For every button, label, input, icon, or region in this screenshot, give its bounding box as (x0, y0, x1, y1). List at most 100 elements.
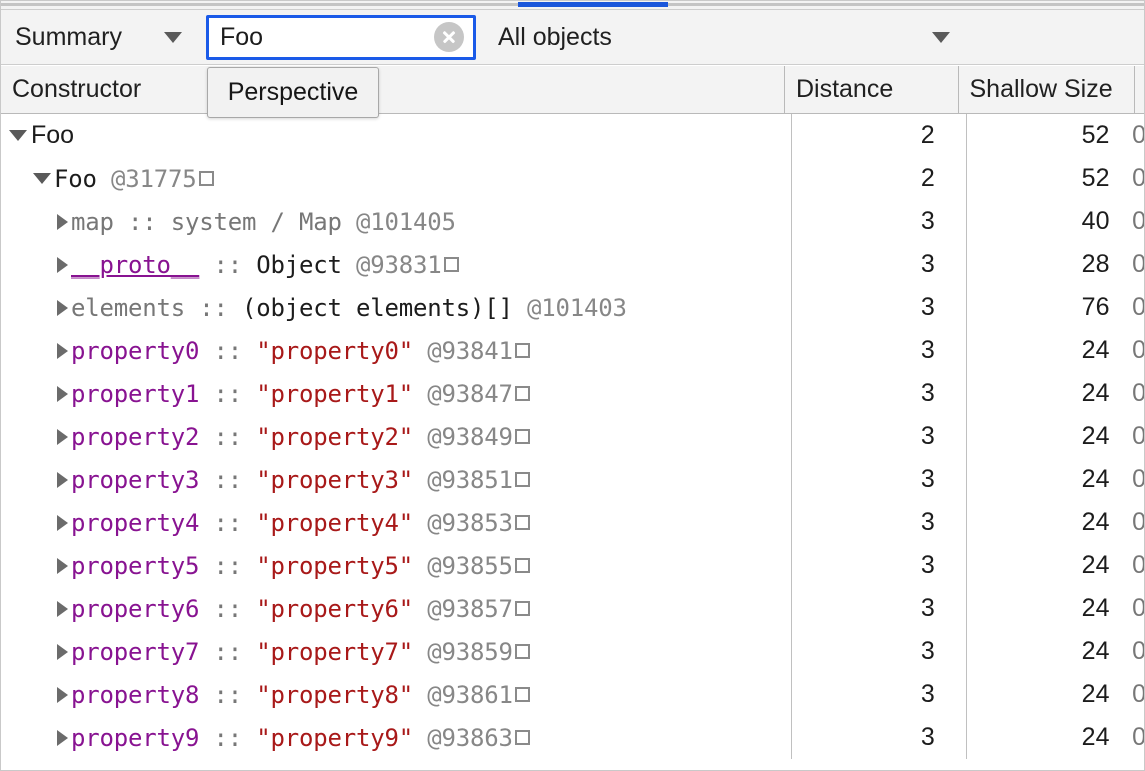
token: @93863 (427, 724, 513, 752)
column-header-constructor[interactable]: Constructor (1, 66, 784, 114)
table-row[interactable]: Foo @317752520 (1, 157, 1145, 200)
cell-shallow-size: 24 (948, 415, 1123, 458)
disclosure-triangle-open-icon[interactable] (33, 173, 51, 184)
tree-node-label: property5 :: "property5" @93855 (71, 552, 530, 580)
disclosure-triangle-closed-icon[interactable] (57, 472, 68, 488)
cell-shallow-size: 40 (948, 200, 1123, 243)
cell-constructor: property4 :: "property4" @93853 (1, 501, 776, 544)
disclosure-triangle-closed-icon[interactable] (57, 558, 68, 574)
token: (object elements)[] (242, 294, 527, 322)
cell-constructor: Foo (1, 114, 776, 157)
heap-tree-grid[interactable]: Foo2520Foo @317752520map :: system / Map… (1, 114, 1145, 769)
disclosure-triangle-closed-icon[interactable] (57, 730, 68, 746)
cell-shallow-size: 24 (948, 630, 1123, 673)
table-row[interactable]: property2 :: "property2" @938493240 (1, 415, 1145, 458)
cell-shallow-size: 24 (948, 544, 1123, 587)
token: :: (199, 552, 256, 580)
cell-retained-size: 0 (1122, 673, 1145, 716)
cell-distance: 3 (776, 458, 948, 501)
cell-shallow-size: 24 (948, 372, 1123, 415)
disclosure-triangle-closed-icon[interactable] (57, 601, 68, 617)
tree-node-label: property1 :: "property1" @93847 (71, 380, 530, 408)
cell-retained-size: 0 (1122, 630, 1145, 673)
token: :: (199, 337, 256, 365)
column-header-shallow-size[interactable]: Shallow Size (958, 66, 1135, 114)
disclosure-triangle-closed-icon[interactable] (57, 343, 68, 359)
token: @93853 (427, 509, 513, 537)
table-row[interactable]: property1 :: "property1" @938473240 (1, 372, 1145, 415)
token: @93841 (427, 337, 513, 365)
chevron-down-icon (164, 32, 182, 43)
chevron-down-icon (932, 32, 950, 43)
token: :: (199, 251, 256, 279)
cell-retained-size: 0 (1122, 157, 1145, 200)
table-row[interactable]: map :: system / Map @1014053400 (1, 200, 1145, 243)
cell-retained-size: 0 (1122, 501, 1145, 544)
cell-constructor: property3 :: "property3" @93851 (1, 458, 776, 501)
token: property2 (71, 423, 199, 451)
table-row[interactable]: property6 :: "property6" @938573240 (1, 587, 1145, 630)
disclosure-triangle-closed-icon[interactable] (57, 300, 68, 316)
table-row[interactable]: elements :: (object elements)[] @1014033… (1, 286, 1145, 329)
cell-distance: 3 (776, 673, 948, 716)
column-header-retained-size[interactable] (1134, 66, 1145, 114)
toolbar: Summary Foo All objects (1, 10, 1145, 65)
column-header-distance[interactable]: Distance (784, 66, 958, 114)
token: :: (199, 509, 256, 537)
tab-strip-track-right (668, 3, 1145, 6)
cell-retained-size: 0 (1122, 329, 1145, 372)
table-row[interactable]: property7 :: "property7" @938593240 (1, 630, 1145, 673)
token: "property6" (256, 595, 427, 623)
token: "property2" (256, 423, 427, 451)
table-row[interactable]: property9 :: "property9" @938633240 (1, 716, 1145, 759)
cell-constructor: property1 :: "property1" @93847 (1, 372, 776, 415)
token: property1 (71, 380, 199, 408)
table-row[interactable]: property0 :: "property0" @938413240 (1, 329, 1145, 372)
disclosure-triangle-closed-icon[interactable] (57, 386, 68, 402)
token: property5 (71, 552, 199, 580)
cell-shallow-size: 76 (948, 286, 1123, 329)
object-marker-icon (515, 429, 530, 444)
token: :: (199, 380, 256, 408)
token: :: (199, 466, 256, 494)
disclosure-triangle-closed-icon[interactable] (57, 257, 68, 273)
table-row[interactable]: __proto__ :: Object @938313280 (1, 243, 1145, 286)
tree-node-label: property4 :: "property4" @93853 (71, 509, 530, 537)
object-filter-select-value: All objects (498, 23, 612, 52)
disclosure-triangle-closed-icon[interactable] (57, 644, 68, 660)
cell-distance: 3 (776, 587, 948, 630)
cell-distance: 3 (776, 243, 948, 286)
table-row[interactable]: Foo2520 (1, 114, 1145, 157)
tab-strip (1, 1, 1145, 10)
perspective-select-value: Summary (15, 23, 122, 52)
object-marker-icon (515, 601, 530, 616)
clear-search-icon[interactable] (434, 22, 464, 52)
disclosure-triangle-closed-icon[interactable] (57, 687, 68, 703)
cell-constructor: __proto__ :: Object @93831 (1, 243, 776, 286)
heap-snapshot-panel: Summary Foo All objects Constructor Dist… (0, 0, 1145, 771)
cell-shallow-size: 24 (948, 716, 1123, 759)
token: "property1" (256, 380, 427, 408)
object-marker-icon (444, 257, 459, 272)
token: @101403 (527, 294, 627, 322)
table-row[interactable]: property5 :: "property5" @938553240 (1, 544, 1145, 587)
object-filter-select[interactable]: All objects (498, 17, 950, 57)
tree-node-label: property3 :: "property3" @93851 (71, 466, 530, 494)
perspective-select[interactable]: Summary (15, 17, 182, 57)
table-row[interactable]: property8 :: "property8" @938613240 (1, 673, 1145, 716)
search-input[interactable]: Foo (206, 15, 476, 60)
token: property7 (71, 638, 199, 666)
disclosure-triangle-open-icon[interactable] (9, 130, 27, 141)
cell-retained-size: 0 (1122, 716, 1145, 759)
token: property9 (71, 724, 199, 752)
cell-distance: 3 (776, 372, 948, 415)
token: elements (71, 294, 185, 322)
table-row[interactable]: property3 :: "property3" @938513240 (1, 458, 1145, 501)
disclosure-triangle-closed-icon[interactable] (57, 429, 68, 445)
table-row[interactable]: property4 :: "property4" @938533240 (1, 501, 1145, 544)
cell-constructor: property6 :: "property6" @93857 (1, 587, 776, 630)
cell-shallow-size: 24 (948, 501, 1123, 544)
object-marker-icon (515, 687, 530, 702)
disclosure-triangle-closed-icon[interactable] (57, 214, 68, 230)
disclosure-triangle-closed-icon[interactable] (57, 515, 68, 531)
